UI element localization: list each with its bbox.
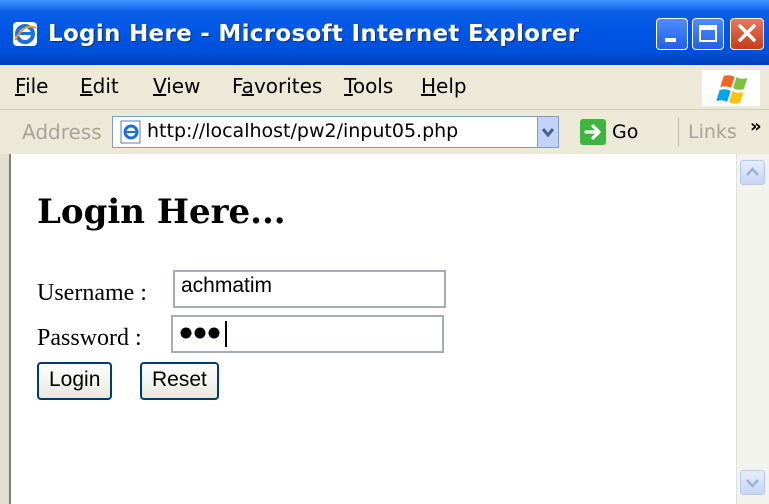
- toolbar-separator: [678, 118, 679, 146]
- go-arrow-icon: [584, 124, 601, 140]
- page-heading: Login Here...: [37, 192, 286, 232]
- text-caret: [225, 321, 227, 347]
- maximize-button[interactable]: [692, 18, 724, 50]
- menu-file[interactable]: File: [15, 74, 48, 98]
- menu-tools[interactable]: Tools: [344, 74, 393, 98]
- windows-logo-icon: [702, 70, 760, 106]
- links-label[interactable]: Links: [688, 121, 737, 143]
- menu-file-access: F: [15, 74, 26, 98]
- minimize-button[interactable]: [656, 18, 688, 50]
- address-label: Address: [22, 120, 102, 144]
- menu-edit-access: E: [80, 74, 93, 98]
- address-bar: Address http://localhost/pw2/input05.php…: [0, 110, 769, 156]
- page-content: Login Here... Username : achmatim Passwo…: [11, 154, 736, 504]
- menu-favorites-access: a: [241, 74, 254, 98]
- menu-view-access: V: [153, 74, 167, 98]
- password-mask-icon: [180, 327, 220, 339]
- menu-help-access: H: [421, 74, 437, 98]
- ie-icon: [13, 22, 37, 46]
- links-overflow-chevron[interactable]: »: [750, 116, 762, 137]
- menu-bar: File Edit View Favorites Tools Help: [0, 65, 769, 110]
- menu-favorites-pre: F: [232, 74, 242, 98]
- go-label[interactable]: Go: [612, 121, 638, 143]
- menu-view-rest: iew: [166, 74, 201, 98]
- menu-tools-rest: ools: [352, 74, 394, 98]
- scroll-down-button[interactable]: [740, 470, 765, 495]
- password-input[interactable]: [171, 315, 444, 353]
- menu-favorites-rest: vorites: [253, 74, 323, 98]
- username-input[interactable]: achmatim: [173, 270, 446, 308]
- window-frame-left: [0, 154, 11, 504]
- login-button[interactable]: Login: [37, 362, 113, 400]
- minimize-icon: [665, 38, 676, 42]
- address-input[interactable]: http://localhost/pw2/input05.php: [112, 116, 559, 148]
- menu-edit[interactable]: Edit: [80, 74, 119, 98]
- menu-edit-rest: dit: [92, 74, 119, 98]
- go-button[interactable]: [580, 119, 606, 145]
- address-url: http://localhost/pw2/input05.php: [147, 120, 459, 142]
- vertical-scrollbar[interactable]: [736, 154, 769, 504]
- reset-button[interactable]: Reset: [140, 362, 219, 400]
- menu-file-rest: ile: [25, 74, 49, 98]
- maximize-icon: [699, 25, 717, 42]
- password-label: Password :: [37, 325, 142, 351]
- scroll-up-button[interactable]: [740, 160, 765, 185]
- chevron-down-icon: [541, 128, 555, 138]
- window-title: Login Here - Microsoft Internet Explorer: [48, 21, 580, 47]
- menu-view[interactable]: View: [153, 74, 200, 98]
- page-icon: [120, 120, 141, 144]
- username-value: achmatim: [181, 274, 273, 297]
- username-label: Username :: [37, 280, 147, 306]
- title-bar[interactable]: Login Here - Microsoft Internet Explorer: [0, 0, 769, 65]
- menu-tools-access: T: [344, 74, 353, 98]
- address-dropdown[interactable]: [537, 116, 559, 148]
- menu-help-rest: elp: [436, 74, 467, 98]
- scroll-up-icon: [746, 167, 759, 176]
- browser-window: Login Here - Microsoft Internet Explorer…: [0, 0, 769, 504]
- close-button[interactable]: [730, 18, 764, 50]
- menu-favorites[interactable]: Favorites: [232, 74, 322, 98]
- close-icon: [738, 24, 756, 42]
- scroll-down-icon: [746, 479, 759, 488]
- menu-help[interactable]: Help: [421, 74, 467, 98]
